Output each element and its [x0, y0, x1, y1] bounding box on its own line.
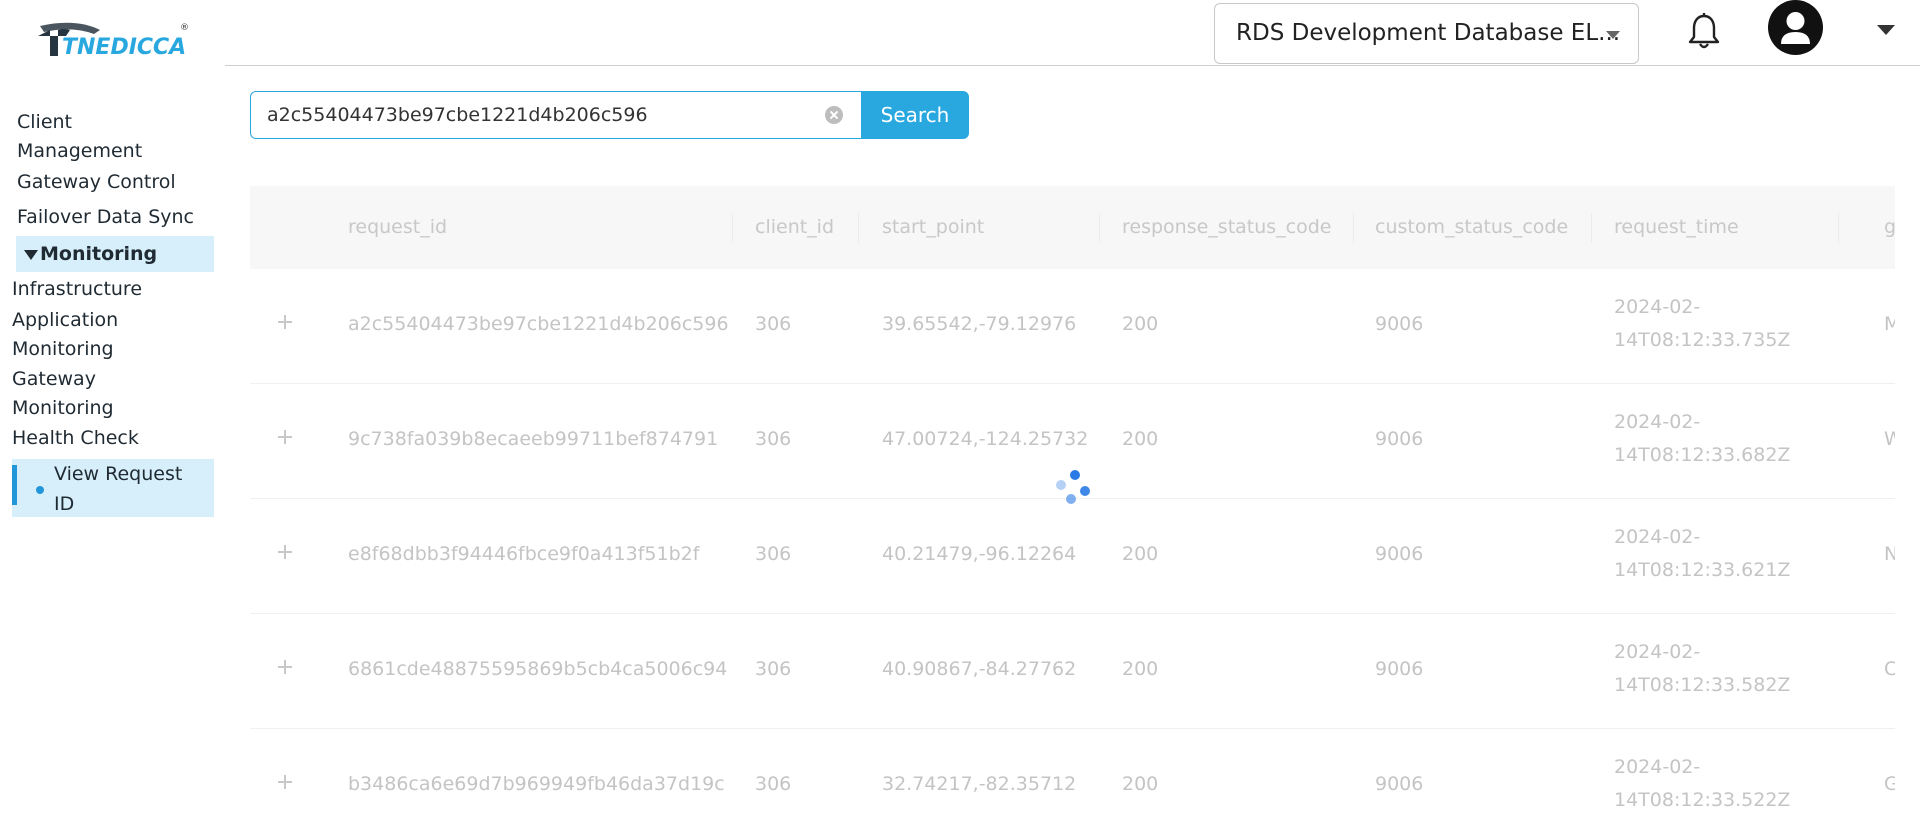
sidebar-item-label: Application Monitoring: [12, 309, 119, 360]
column-header-custom-status-code[interactable]: custom_status_code: [1375, 186, 1568, 269]
table-row: b3486ca6e69d7b969949fb46da37d19c 306 32.…: [250, 729, 1895, 839]
bullet-icon: [36, 486, 44, 494]
column-header-request-id[interactable]: request_id: [348, 186, 447, 269]
tnedicca-logo: TNEDICCA ®: [38, 22, 189, 60]
cell-custom-status-code: 9006: [1375, 773, 1424, 795]
cell-extra: W: [1884, 428, 1895, 450]
table-header: request_id client_id start_point respons…: [250, 186, 1895, 269]
expand-row-icon[interactable]: [278, 658, 296, 676]
sidebar-item-gateway-control[interactable]: Gateway Control: [17, 168, 176, 197]
search-input[interactable]: [250, 91, 862, 139]
table-row: 6861cde48875595869b5cb4ca5006c94 306 40.…: [250, 614, 1895, 729]
column-divider: [858, 213, 859, 243]
column-divider: [1838, 213, 1839, 243]
sidebar-item-label: Failover Data Sync: [17, 206, 194, 228]
column-divider: [1353, 213, 1354, 243]
cell-extra: C: [1884, 658, 1895, 680]
cell-request-time: 2024-02-14T08:12:33.522Z: [1614, 756, 1791, 811]
cell-start-point: 39.65542,-79.12976: [882, 313, 1077, 335]
sidebar-item-label: Infrastructure: [12, 278, 143, 300]
sidebar-item-label: View Request ID: [54, 463, 183, 515]
loading-spinner-icon: [1052, 470, 1092, 510]
column-header-g[interactable]: g: [1884, 186, 1895, 269]
sidebar-item-infrastructure[interactable]: Infrastructure: [12, 275, 142, 304]
cell-custom-status-code: 9006: [1375, 543, 1424, 565]
top-header: RDS Development Database EL...: [225, 0, 1920, 66]
cell-custom-status-code: 9006: [1375, 313, 1424, 335]
cell-start-point: 40.21479,-96.12264: [882, 543, 1077, 565]
cell-request-time: 2024-02-14T08:12:33.682Z: [1614, 411, 1791, 466]
sidebar-item-label: Gateway Monitoring: [12, 368, 114, 419]
cell-request-id: a2c55404473be97cbe1221d4b206c596: [348, 313, 729, 335]
expand-row-icon[interactable]: [278, 428, 296, 446]
cell-client-id: 306: [755, 428, 792, 450]
cell-client-id: 306: [755, 313, 792, 335]
cell-request-time: 2024-02-14T08:12:33.621Z: [1614, 526, 1791, 581]
svg-text:TNEDICCA: TNEDICCA: [62, 35, 186, 60]
cell-request-id: e8f68dbb3f94446fbce9f0a413f51b2f: [348, 543, 700, 565]
sidebar-item-view-request-id[interactable]: View Request ID: [12, 459, 214, 517]
column-header-response-status-code[interactable]: response_status_code: [1122, 186, 1332, 269]
cell-response-status-code: 200: [1122, 773, 1159, 795]
column-header-start-point[interactable]: start_point: [882, 186, 984, 269]
clear-icon[interactable]: [825, 106, 843, 124]
cell-request-time: 2024-02-14T08:12:33.735Z: [1614, 296, 1791, 351]
cell-client-id: 306: [755, 543, 792, 565]
caret-down-icon: [24, 250, 38, 260]
sidebar-item-gateway-monitoring[interactable]: Gateway Monitoring: [12, 365, 132, 423]
expand-row-icon[interactable]: [278, 543, 296, 561]
search-button[interactable]: Search: [861, 91, 969, 139]
cell-extra: N: [1884, 543, 1895, 565]
cell-start-point: 32.74217,-82.35712: [882, 773, 1077, 795]
sidebar-item-label: Health Check: [12, 427, 139, 449]
expand-row-icon[interactable]: [278, 313, 296, 331]
cell-extra: M: [1884, 313, 1895, 335]
cell-request-id: 9c738fa039b8ecaeeb99711bef874791: [348, 428, 719, 450]
cell-response-status-code: 200: [1122, 658, 1159, 680]
chevron-down-icon: [1606, 31, 1620, 39]
table-row: a2c55404473be97cbe1221d4b206c596 306 39.…: [250, 269, 1895, 384]
column-header-client-id[interactable]: client_id: [755, 186, 834, 269]
cell-response-status-code: 200: [1122, 428, 1159, 450]
cell-extra: G: [1884, 773, 1895, 795]
sidebar-group-label: Monitoring: [40, 243, 158, 265]
cell-start-point: 47.00724,-124.25732: [882, 428, 1089, 450]
database-select-value: RDS Development Database EL...: [1236, 20, 1621, 46]
cell-start-point: 40.90867,-84.27762: [882, 658, 1077, 680]
cell-request-time: 2024-02-14T08:12:33.582Z: [1614, 641, 1791, 696]
sidebar-item-label: Gateway Control: [17, 171, 176, 193]
caret-down-icon[interactable]: [1877, 25, 1895, 35]
sidebar-item-health-check[interactable]: Health Check: [12, 424, 139, 453]
cell-request-id: 6861cde48875595869b5cb4ca5006c94: [348, 658, 728, 680]
cell-response-status-code: 200: [1122, 543, 1159, 565]
person-icon: [1781, 12, 1810, 44]
search-bar: Search: [250, 91, 969, 139]
cell-request-id: b3486ca6e69d7b969949fb46da37d19c: [348, 773, 725, 795]
bell-icon[interactable]: [1686, 12, 1722, 50]
expand-row-icon[interactable]: [278, 773, 296, 791]
sidebar: TNEDICCA ® Client Management Gateway Con…: [0, 0, 225, 839]
column-divider: [1591, 213, 1592, 243]
database-select[interactable]: RDS Development Database EL...: [1214, 3, 1639, 64]
cell-response-status-code: 200: [1122, 313, 1159, 335]
cell-custom-status-code: 9006: [1375, 658, 1424, 680]
sidebar-item-client-management[interactable]: Client Management: [17, 108, 177, 166]
sidebar-item-application-monitoring[interactable]: Application Monitoring: [12, 306, 152, 364]
table-row: e8f68dbb3f94446fbce9f0a413f51b2f 306 40.…: [250, 499, 1895, 614]
sidebar-group-monitoring[interactable]: Monitoring: [16, 236, 214, 272]
cell-client-id: 306: [755, 773, 792, 795]
cell-custom-status-code: 9006: [1375, 428, 1424, 450]
sidebar-item-label: Client Management: [17, 111, 143, 162]
request-table: request_id client_id start_point respons…: [250, 186, 1895, 839]
column-divider: [1099, 213, 1100, 243]
sidebar-item-failover-data-sync[interactable]: Failover Data Sync: [17, 203, 194, 232]
user-avatar-icon[interactable]: [1768, 0, 1823, 55]
active-indicator: [12, 465, 17, 505]
svg-text:®: ®: [180, 23, 189, 33]
column-header-request-time[interactable]: request_time: [1614, 186, 1739, 269]
column-divider: [732, 213, 733, 243]
cell-client-id: 306: [755, 658, 792, 680]
